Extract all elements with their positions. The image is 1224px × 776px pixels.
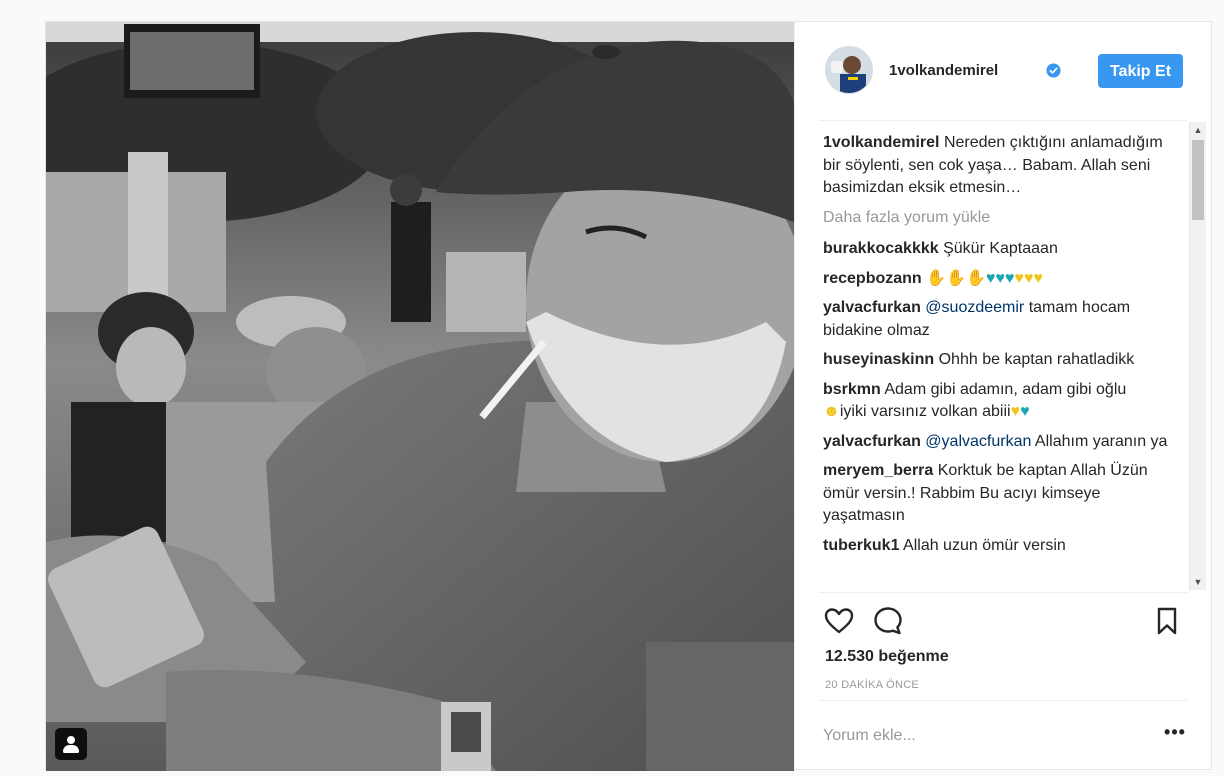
user-tag-icon-body (63, 745, 79, 753)
comments-scrollbar[interactable]: ▲ ▼ (1189, 122, 1206, 590)
avatar-image (826, 47, 872, 93)
likes-count[interactable]: 12.530 beğenme (825, 648, 949, 666)
scroll-down-arrow-icon[interactable]: ▼ (1190, 574, 1206, 590)
comment-item: yalvacfurkan @suozdeemir tamam hocam bid… (823, 297, 1178, 342)
caption: 1volkandemirel Nereden çıktığını anlamad… (823, 132, 1178, 200)
yellow-heart-emoji-icon: ♥♥♥ (1014, 269, 1043, 287)
comment-item: recepbozann ✋✋✋♥♥♥♥♥♥ (823, 268, 1178, 291)
comment-username[interactable]: huseyinaskinn (823, 351, 934, 368)
teal-heart-emoji-icon: ♥♥♥ (985, 269, 1015, 287)
comment-text: Ohhh be kaptan rahatladikk (938, 351, 1135, 368)
comment-text: Allahım yaranın ya (1031, 432, 1168, 450)
follow-button[interactable]: Takip Et (1098, 54, 1183, 88)
post-side-panel: 1volkandemirel Takip Et 1volkandemirel N… (794, 22, 1212, 769)
comment-bubble-icon[interactable] (872, 605, 904, 637)
comment-text-continued: iyiki varsınız volkan abiii (839, 403, 1011, 420)
comment-emojis: ✋✋✋♥♥♥♥♥♥ (926, 270, 1043, 287)
user-tag-icon-head (67, 736, 75, 744)
comment-mention[interactable]: @suozdeemir (925, 299, 1024, 316)
header-divider (819, 120, 1188, 121)
comment-item: bsrkmn Adam gibi adamın, adam gibi oğlu … (823, 379, 1178, 424)
avatar[interactable] (825, 46, 873, 94)
comment-item: yalvacfurkan @yalvacfurkan Allahım yaran… (823, 431, 1178, 454)
author-username[interactable]: 1volkandemirel (889, 62, 998, 79)
comment-text: Şükür Kaptaaan (943, 240, 1058, 257)
add-comment-divider (819, 700, 1188, 701)
add-comment-input[interactable] (823, 722, 1143, 750)
actions-divider (819, 592, 1188, 593)
smile-emoji-icon: ☻ (823, 403, 840, 420)
scrollbar-thumb[interactable] (1192, 140, 1204, 220)
comment-username[interactable]: yalvacfurkan (823, 433, 921, 450)
verified-badge-icon (1046, 63, 1061, 78)
yellow-heart-emoji-icon: ♥ (1010, 403, 1021, 420)
post-timestamp[interactable]: 20 DAKİKA ÖNCE (825, 679, 919, 691)
comment-item: meryem_berra Korktuk be kaptan Allah Üzü… (823, 460, 1178, 528)
comment-item: tuberkuk1 Allah uzun ömür versin (823, 535, 1178, 558)
bookmark-icon[interactable] (1151, 605, 1183, 637)
comment-username[interactable]: yalvacfurkan (823, 299, 921, 316)
comment-username[interactable]: recepbozann (823, 270, 922, 287)
comment-username[interactable]: meryem_berra (823, 462, 933, 479)
post-container: 1volkandemirel Takip Et 1volkandemirel N… (45, 21, 1212, 771)
heart-icon[interactable] (823, 605, 855, 637)
load-more-comments-link[interactable]: Daha fazla yorum yükle (823, 207, 1178, 230)
caption-username[interactable]: 1volkandemirel (823, 134, 940, 151)
comment-mention[interactable]: @yalvacfurkan (925, 433, 1031, 450)
user-tag-icon[interactable] (55, 728, 87, 760)
comment-item: burakkocakkkk Şükür Kaptaaan (823, 238, 1178, 261)
photo-illustration (46, 22, 794, 771)
hand-emoji-icon: ✋✋✋ (926, 269, 986, 287)
post-photo[interactable] (46, 22, 794, 771)
comment-username[interactable]: bsrkmn (823, 381, 881, 398)
comment-item: huseyinaskinn Ohhh be kaptan rahatladikk (823, 349, 1178, 372)
scroll-up-arrow-icon[interactable]: ▲ (1190, 122, 1206, 138)
comment-username[interactable]: burakkocakkkk (823, 240, 939, 257)
comment-text: Adam gibi adamın, adam gibi oğlu (884, 380, 1127, 398)
comment-text: Allah uzun ömür versin (903, 536, 1066, 554)
teal-heart-emoji-icon: ♥ (1020, 403, 1030, 420)
comment-username[interactable]: tuberkuk1 (823, 537, 899, 554)
post-header: 1volkandemirel Takip Et (795, 22, 1212, 120)
comments-list[interactable]: 1volkandemirel Nereden çıktığını anlamad… (823, 132, 1178, 602)
more-options-button[interactable]: ••• (1163, 723, 1187, 746)
